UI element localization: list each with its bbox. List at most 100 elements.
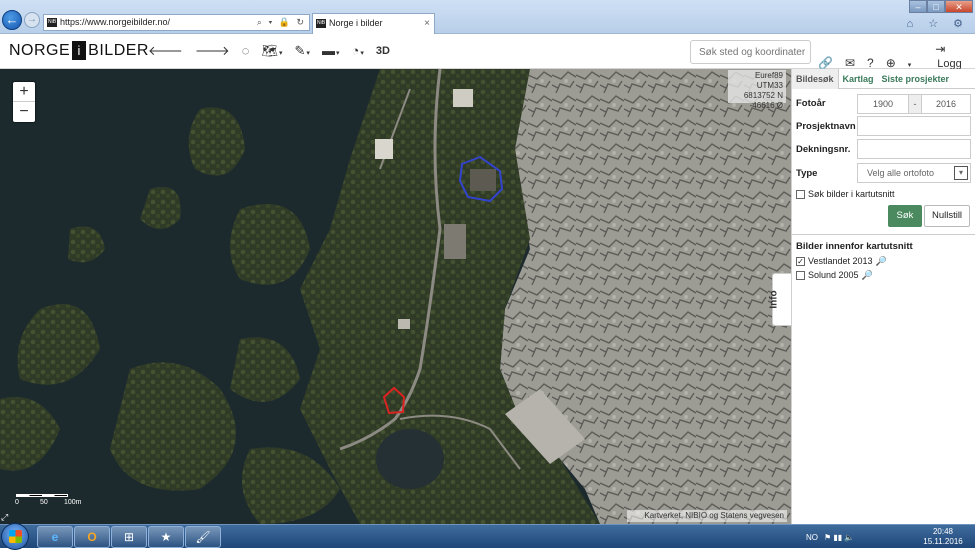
mail-icon[interactable]: ✉ xyxy=(845,56,855,70)
language-indicator[interactable]: NO xyxy=(806,533,818,542)
window-controls: – □ ✕ xyxy=(909,0,973,14)
undo-arrow-icon[interactable]: 🡐 xyxy=(148,42,183,60)
dekningsnr-label: Dekningsnr. xyxy=(796,144,851,155)
taskbar-explorer[interactable]: ⊞ xyxy=(111,526,147,548)
result-checkbox-checked[interactable]: ✓ xyxy=(796,257,805,267)
coordinate-readout: Euref89 UTM33 6813752 N -46616 Ø xyxy=(728,70,786,110)
building xyxy=(444,224,466,259)
print-button[interactable]: ▬▾ xyxy=(322,42,340,60)
search-in-view-checkbox[interactable] xyxy=(796,190,805,200)
result-item[interactable]: Solund 2005 🔎 xyxy=(796,270,873,281)
prosjektnavn-input[interactable] xyxy=(857,116,971,136)
taskbar-outlook[interactable]: O xyxy=(74,526,110,548)
start-button[interactable] xyxy=(1,523,29,550)
scale-bar: 0 50 100m xyxy=(15,493,90,507)
result-item[interactable]: ✓ Vestlandet 2013 🔎 xyxy=(796,256,887,267)
browser-titlebar: ← → NiB https://www.norgeibilder.no/ ⌕ ▾ … xyxy=(0,0,975,34)
chevron-down-icon: ▾ xyxy=(907,62,912,69)
zoom-control: + − xyxy=(13,82,35,122)
aerial-imagery xyxy=(0,69,791,524)
coord-system: Euref89 UTM33 xyxy=(754,71,783,90)
chevron-down-icon: ▾ xyxy=(335,50,340,57)
dekningsnr-input[interactable] xyxy=(857,139,971,159)
back-button[interactable]: ← xyxy=(2,10,22,30)
address-bar[interactable]: NiB https://www.norgeibilder.no/ ⌕ ▾ 🔒 ↻ xyxy=(43,14,310,31)
search-in-view-option[interactable]: Søk bilder i kartutsnitt xyxy=(796,189,895,200)
taskbar-paint[interactable]: 🖌 xyxy=(185,526,221,548)
scale-bar-graphic xyxy=(16,494,68,497)
windows-taskbar: e O ⊞ ★ 🖌 NO ⚑ ▮▮ 🔈 20:48 15.11.2016 xyxy=(0,523,975,550)
year-to-input[interactable]: 2016 xyxy=(921,94,971,114)
redo-arrow-icon[interactable]: 🡒 xyxy=(195,42,230,60)
language-button[interactable]: ⊕ ▾ xyxy=(886,56,924,70)
tab-norge-i-bilder[interactable]: NiB Norge i bilder × xyxy=(312,13,435,34)
magnifier-icon[interactable]: 🔎 xyxy=(876,256,887,266)
prosjektnavn-label: Prosjektnavn xyxy=(796,121,856,132)
zoom-in-button[interactable]: + xyxy=(13,82,35,102)
results-heading: Bilder innenfor kartutsnitt xyxy=(796,241,913,252)
close-window-button[interactable]: ✕ xyxy=(945,0,973,13)
minimize-button[interactable]: – xyxy=(909,0,927,13)
favicon-icon: NiB xyxy=(47,18,57,28)
map-view[interactable]: + − Euref89 UTM33 6813752 N -46616 Ø 0 5… xyxy=(0,69,791,524)
year-separator: - xyxy=(909,94,921,114)
globe-icon: ⊕ xyxy=(885,56,896,70)
forward-button[interactable]: → xyxy=(24,12,40,28)
lake xyxy=(376,429,444,489)
scale-label-0: 0 xyxy=(15,499,19,506)
type-select[interactable]: Velg alle ortofoto ▾ xyxy=(857,163,971,183)
address-bar-icons[interactable]: ⌕ ▾ 🔒 ↻ xyxy=(257,15,306,30)
history-button[interactable]: ◔▾ xyxy=(351,42,363,60)
logo[interactable]: NORGE i BILDER xyxy=(9,41,149,60)
search-in-view-label: Søk bilder i kartutsnitt xyxy=(808,189,895,199)
zoom-out-button[interactable]: − xyxy=(13,102,35,122)
clock[interactable]: 20:48 15.11.2016 xyxy=(918,527,968,547)
maximize-button[interactable]: □ xyxy=(927,0,945,13)
chevron-down-icon: ▾ xyxy=(954,166,968,180)
search-input[interactable] xyxy=(690,40,811,64)
browser-toolbar-icons[interactable]: ⌂ ☆ ⚙ xyxy=(907,17,969,30)
help-icon[interactable]: ? xyxy=(867,56,874,70)
coord-north: 6813752 N xyxy=(743,91,783,100)
building xyxy=(453,89,473,107)
3d-button[interactable]: 3D xyxy=(376,42,390,60)
magnifier-icon[interactable]: 🔎 xyxy=(862,270,873,280)
print-icon: ▬ xyxy=(321,43,335,58)
windows-logo-icon xyxy=(9,530,22,543)
result-checkbox[interactable] xyxy=(796,271,805,281)
tab-bildesok[interactable]: Bildesøk xyxy=(792,69,839,89)
scale-label-50: 50 xyxy=(40,499,48,506)
result-label: Solund 2005 xyxy=(808,270,859,280)
logo-left: NORGE xyxy=(9,41,71,59)
building xyxy=(375,139,393,159)
tab-kartlag[interactable]: Kartlag xyxy=(839,69,878,89)
search-button[interactable]: Søk xyxy=(888,205,922,227)
map-layers-button[interactable]: 🗺▾ xyxy=(261,42,282,60)
system-tray: NO ⚑ ▮▮ 🔈 xyxy=(806,525,860,549)
taskbar-internet-explorer[interactable]: e xyxy=(37,526,73,548)
info-tab[interactable]: Info xyxy=(768,273,791,326)
divider xyxy=(792,234,975,235)
reset-button[interactable]: Nullstill xyxy=(924,205,970,227)
sidebar-tabs: Bildesøk Kartlag Siste prosjekter xyxy=(792,69,975,89)
map-toolbar: 🡐 🡒 ◌ 🗺▾ ✎▾ ▬▾ ◔▾ 3D xyxy=(148,42,402,60)
chevron-down-icon: ▾ xyxy=(279,50,283,57)
taskbar-app[interactable]: ★ xyxy=(148,526,184,548)
draw-button[interactable]: ✎▾ xyxy=(295,42,310,60)
tab-siste-prosjekter[interactable]: Siste prosjekter xyxy=(878,69,954,89)
type-select-value: Velg alle ortofoto xyxy=(867,168,935,178)
locate-icon[interactable]: ◌ xyxy=(242,42,250,60)
clock-icon: ◔ xyxy=(351,43,360,58)
building xyxy=(470,169,496,191)
year-from-input[interactable]: 1900 xyxy=(857,94,909,114)
pen-icon: ✎ xyxy=(294,43,306,58)
tray-icons[interactable]: ⚑ ▮▮ 🔈 xyxy=(824,533,854,542)
building xyxy=(398,319,410,329)
coord-east: -46616 Ø xyxy=(749,101,783,110)
address-url: https://www.norgeibilder.no/ xyxy=(60,17,171,27)
tab-close-icon[interactable]: × xyxy=(424,14,430,33)
link-icon[interactable]: 🔗 xyxy=(818,56,833,70)
map-attribution: Kartverket, NIBIO og Statens vegvesen xyxy=(627,510,787,522)
info-tab-label: Info xyxy=(768,290,780,309)
fullscreen-icon[interactable]: ⤢ xyxy=(1,512,8,523)
